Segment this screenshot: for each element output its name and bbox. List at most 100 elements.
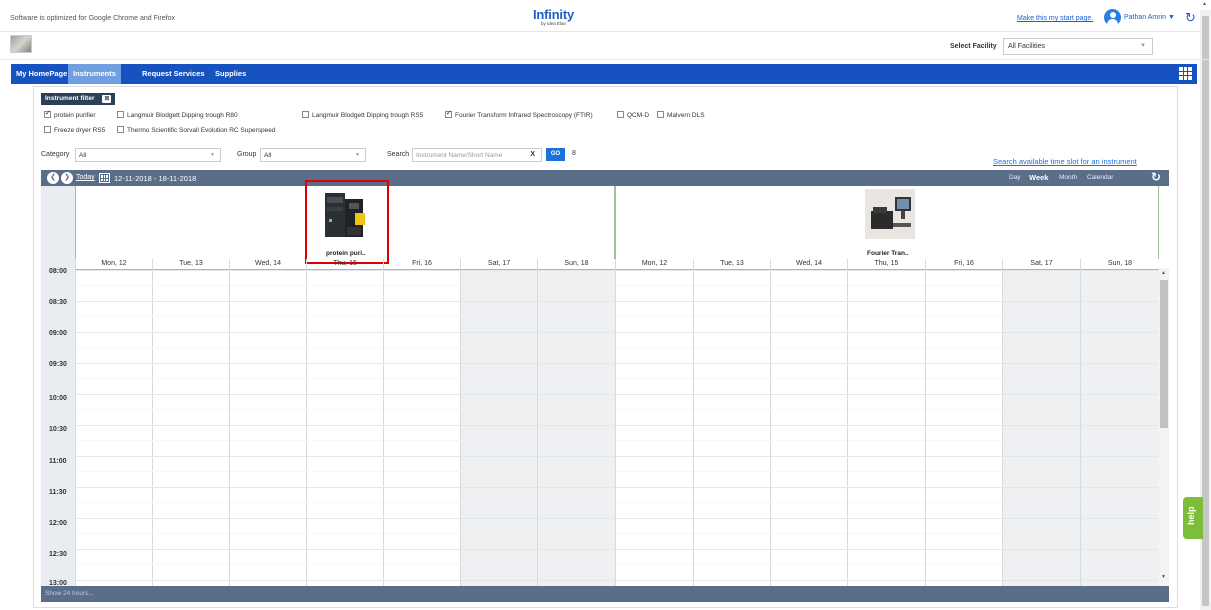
- day-column[interactable]: [770, 270, 847, 586]
- facility-select-value: All Facilities: [1008, 43, 1045, 50]
- filter-ftir[interactable]: Fourier Transform Infrared Spectroscopy …: [445, 109, 593, 119]
- search-label: Search: [387, 151, 410, 158]
- make-start-page-link[interactable]: Make this my start page.: [1017, 15, 1093, 22]
- view-calendar[interactable]: Calendar: [1087, 174, 1113, 181]
- day-header: Mon, 12: [615, 259, 693, 270]
- view-week[interactable]: Week: [1029, 173, 1048, 182]
- checkbox-icon[interactable]: [302, 111, 309, 118]
- ftir-image[interactable]: [865, 189, 915, 239]
- time-label: 10:30: [49, 426, 67, 433]
- filter-langmuir-rs5[interactable]: Langmuir Blodgett Dipping trough RS5: [302, 111, 423, 119]
- day-column[interactable]: [537, 270, 615, 586]
- day-header: Mon, 12: [75, 259, 152, 270]
- instrument-search-input[interactable]: Instrument Name/Short Name X: [412, 148, 542, 162]
- facility-select[interactable]: All Facilities ▼: [1003, 38, 1153, 55]
- select-facility-label: Select Facility: [950, 43, 997, 50]
- scroll-down-icon[interactable]: ▼: [1161, 574, 1166, 580]
- calendar-toolbar: ❮ ❯ Today 12-11-2018 - 18-11-2018 Day We…: [41, 170, 1169, 186]
- nav-supplies[interactable]: Supplies: [210, 64, 251, 84]
- help-tab[interactable]: help: [1183, 497, 1203, 539]
- calendar-icon[interactable]: [99, 173, 110, 183]
- search-time-slot-link[interactable]: Search available time slot for an instru…: [993, 157, 1137, 166]
- day-column[interactable]: [847, 270, 925, 586]
- facility-thumbnail: [10, 35, 32, 53]
- calendar-scrollbar[interactable]: ▲ ▼: [1159, 268, 1169, 586]
- help-label: help: [1186, 506, 1196, 525]
- time-label: 11:30: [49, 489, 67, 496]
- category-select[interactable]: All ▼: [75, 148, 221, 162]
- instrument-filter-label: Instrument filter: [45, 95, 95, 102]
- user-avatar-icon[interactable]: [1104, 9, 1121, 26]
- go-button[interactable]: GO: [546, 148, 565, 161]
- clear-search-icon[interactable]: X: [530, 151, 535, 158]
- app-grid-icon[interactable]: [1179, 67, 1192, 80]
- highlight-box: [305, 180, 389, 264]
- checkbox-icon[interactable]: [44, 126, 51, 133]
- infinity-logo[interactable]: Infinity by Idea Elan: [533, 7, 574, 26]
- day-header: Sat, 17: [460, 259, 537, 270]
- filter-freeze-dryer[interactable]: Freeze dryer RS5: [44, 126, 105, 134]
- main-nav: My HomePage Instruments Request Services…: [11, 64, 1197, 84]
- user-menu[interactable]: Pathan Amrin ▼: [1124, 14, 1175, 21]
- day-header: Thu, 15: [847, 259, 925, 270]
- day-column[interactable]: [925, 270, 1002, 586]
- filter-malvern-dls[interactable]: Malvern DLS: [657, 111, 705, 119]
- checkbox-icon[interactable]: [657, 111, 664, 118]
- filter-qcm-d[interactable]: QCM-D: [617, 111, 649, 119]
- time-label: 10:00: [49, 395, 67, 402]
- chevron-down-icon: ▼: [355, 152, 360, 158]
- view-day[interactable]: Day: [1009, 174, 1021, 181]
- date-range: 12-11-2018 - 18-11-2018: [114, 174, 197, 183]
- time-label: 09:00: [49, 330, 67, 337]
- scroll-thumb[interactable]: [1160, 280, 1168, 428]
- day-column[interactable]: [75, 270, 152, 586]
- filter-protein-purifier[interactable]: protein purifier: [44, 109, 96, 119]
- day-column[interactable]: [383, 270, 460, 586]
- calendar-refresh-icon[interactable]: ↻: [1151, 170, 1161, 184]
- prev-week-icon[interactable]: ❮: [47, 172, 59, 184]
- instrument-name-ftir[interactable]: Fourier Tran..: [867, 250, 909, 257]
- checkbox-icon[interactable]: [117, 111, 124, 118]
- day-header: Wed, 14: [229, 259, 306, 270]
- day-column[interactable]: [693, 270, 770, 586]
- checkbox-icon[interactable]: [445, 109, 452, 118]
- day-column[interactable]: [152, 270, 229, 586]
- checkbox-icon[interactable]: [44, 109, 51, 118]
- category-select-value: All: [79, 152, 87, 159]
- calendar-grid[interactable]: [75, 270, 1159, 586]
- nav-request-services[interactable]: Request Services: [137, 64, 210, 84]
- day-column[interactable]: [460, 270, 537, 586]
- show-24-hours-link[interactable]: Show 24 hours...: [41, 586, 1169, 602]
- time-label: 11:00: [49, 458, 67, 465]
- nav-my-homepage[interactable]: My HomePage: [11, 64, 72, 84]
- time-label: 12:00: [49, 520, 67, 527]
- view-month[interactable]: Month: [1059, 174, 1077, 181]
- day-header: Tue, 13: [693, 259, 770, 270]
- group-label: Group: [237, 151, 257, 158]
- filter-langmuir-r80[interactable]: Langmuir Blodgett Dipping trough R80: [117, 111, 238, 119]
- instrument-count: 8: [572, 150, 576, 157]
- day-column[interactable]: [615, 270, 693, 586]
- scroll-up-icon[interactable]: ▲: [1161, 270, 1166, 276]
- page-scroll-up-icon[interactable]: ▲: [1202, 1, 1207, 7]
- next-week-icon[interactable]: ❯: [61, 172, 73, 184]
- day-header: Tue, 13: [152, 259, 229, 270]
- checkbox-icon[interactable]: [117, 126, 124, 133]
- day-column[interactable]: [306, 270, 383, 586]
- nav-instruments[interactable]: Instruments: [68, 64, 121, 84]
- filter-sorvall[interactable]: Thermo Scientific Sorvall Evolution RC S…: [117, 126, 275, 134]
- browser-notice: Software is optimized for Google Chrome …: [10, 15, 175, 22]
- day-header: Wed, 14: [770, 259, 847, 270]
- collapse-icon[interactable]: ⊠: [102, 95, 112, 103]
- day-header: Fri, 16: [383, 259, 460, 270]
- facility-row: Select Facility All Facilities ▼: [0, 32, 1211, 60]
- day-column[interactable]: [1002, 270, 1080, 586]
- group-select[interactable]: All ▼: [260, 148, 366, 162]
- logo-main-text: Infinity: [533, 7, 575, 22]
- instrument-filter-badge[interactable]: Instrument filter ⊠: [41, 93, 116, 105]
- day-column[interactable]: [229, 270, 306, 586]
- checkbox-icon[interactable]: [617, 111, 624, 118]
- today-link[interactable]: Today: [76, 174, 95, 181]
- refresh-icon[interactable]: ↻: [1185, 10, 1196, 26]
- day-column[interactable]: [1080, 270, 1159, 586]
